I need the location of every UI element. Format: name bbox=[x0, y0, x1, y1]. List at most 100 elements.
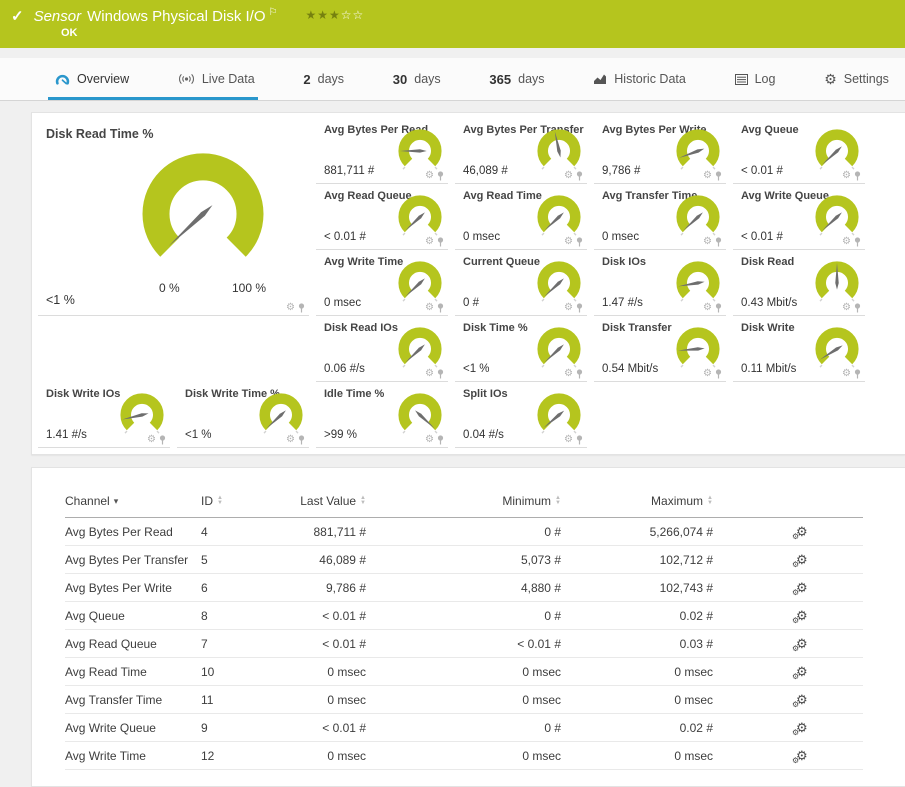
gauge-tile[interactable]: Avg Write Queue < 0.01 # ⚙ bbox=[733, 184, 865, 250]
channel-name-cell[interactable]: Avg Write Time bbox=[65, 741, 201, 770]
gauge-tile[interactable]: Avg Bytes Per Write 9,786 # ⚙ bbox=[594, 118, 726, 184]
gauge-tile[interactable]: Disk Write IOs 1.41 #/s ⚙ bbox=[38, 382, 170, 448]
gear-icon[interactable]: ⚙ bbox=[425, 171, 434, 181]
gauge-tile[interactable]: Disk Time % <1 % ⚙ bbox=[455, 316, 587, 382]
channel-name-cell[interactable]: Avg Bytes Per Transfer bbox=[65, 545, 201, 574]
star-icon[interactable]: ★ bbox=[317, 8, 329, 22]
pin-icon[interactable] bbox=[298, 435, 305, 445]
gear-icon[interactable]: ⚙ bbox=[286, 435, 295, 445]
pin-icon[interactable] bbox=[159, 435, 166, 445]
priority-stars[interactable]: ★★★☆☆ bbox=[305, 8, 364, 22]
pin-icon[interactable] bbox=[437, 303, 444, 313]
column-header-last-value[interactable]: Last Value ▲ ▼ bbox=[291, 494, 366, 518]
gauge-tile[interactable]: Disk IOs 1.47 #/s ⚙ bbox=[594, 250, 726, 316]
pin-icon[interactable] bbox=[854, 171, 861, 181]
edit-channel-gears-icon[interactable]: ⚙ ⚙ bbox=[792, 553, 808, 569]
gauge-tile[interactable]: Avg Read Queue < 0.01 # ⚙ bbox=[316, 184, 448, 250]
channel-name-cell[interactable]: Avg Bytes Per Write bbox=[65, 573, 201, 602]
edit-channel-gears-icon[interactable]: ⚙ ⚙ bbox=[792, 749, 808, 765]
column-header-channel[interactable]: Channel ▾ bbox=[65, 494, 201, 518]
tab-overview[interactable]: Overview bbox=[47, 58, 259, 100]
gear-icon[interactable]: ⚙ bbox=[564, 369, 573, 379]
gauge-tile[interactable]: Avg Transfer Time 0 msec ⚙ bbox=[594, 184, 726, 250]
gear-icon[interactable]: ⚙ bbox=[425, 303, 434, 313]
gauge-tile[interactable]: Disk Write Time % <1 % ⚙ bbox=[177, 382, 309, 448]
gear-icon[interactable]: ⚙ bbox=[842, 303, 851, 313]
gear-icon[interactable]: ⚙ bbox=[703, 303, 712, 313]
gear-icon[interactable]: ⚙ bbox=[842, 369, 851, 379]
edit-channel-gears-icon[interactable]: ⚙ ⚙ bbox=[792, 581, 808, 597]
edit-channel-gears-icon[interactable]: ⚙ ⚙ bbox=[792, 525, 808, 541]
column-header-id[interactable]: ID ▲ ▼ bbox=[201, 494, 291, 518]
pin-icon[interactable] bbox=[576, 237, 583, 247]
gear-icon[interactable]: ⚙ bbox=[425, 369, 434, 379]
gauge-tile[interactable]: Disk Read IOs 0.06 #/s ⚙ bbox=[316, 316, 448, 382]
column-header-maximum[interactable]: Maximum ▲ ▼ bbox=[561, 494, 713, 518]
pin-icon[interactable] bbox=[854, 237, 861, 247]
gauge-tile[interactable]: Current Queue 0 # ⚙ bbox=[455, 250, 587, 316]
tab-log[interactable]: Log bbox=[734, 58, 775, 100]
channel-name-cell[interactable]: Avg Write Queue bbox=[65, 713, 201, 742]
gear-icon[interactable]: ⚙ bbox=[147, 435, 156, 445]
tab-30-days[interactable]: 30 days bbox=[393, 58, 441, 100]
pin-icon[interactable] bbox=[715, 369, 722, 379]
channel-name-cell[interactable]: Avg Read Queue bbox=[65, 629, 201, 658]
edit-channel-gears-icon[interactable]: ⚙ ⚙ bbox=[792, 693, 808, 709]
star-icon[interactable]: ★ bbox=[305, 8, 317, 22]
gear-icon[interactable]: ⚙ bbox=[564, 237, 573, 247]
edit-channel-gears-icon[interactable]: ⚙ ⚙ bbox=[792, 609, 808, 625]
gear-icon[interactable]: ⚙ bbox=[703, 237, 712, 247]
tab-2-days[interactable]: 2 days bbox=[303, 58, 344, 100]
pin-icon[interactable] bbox=[576, 369, 583, 379]
gauge-tile[interactable]: Avg Bytes Per Read 881,711 # ⚙ bbox=[316, 118, 448, 184]
gauge-tile[interactable]: Avg Read Time 0 msec ⚙ bbox=[455, 184, 587, 250]
pin-icon[interactable] bbox=[576, 171, 583, 181]
gauge-tile[interactable]: Avg Queue < 0.01 # ⚙ bbox=[733, 118, 865, 184]
tab-historic-data[interactable]: Historic Data bbox=[593, 58, 686, 100]
pin-icon[interactable] bbox=[437, 237, 444, 247]
star-icon[interactable]: ★ bbox=[329, 8, 341, 22]
tab-live-data[interactable]: Live Data bbox=[178, 58, 255, 100]
pin-icon[interactable] bbox=[715, 237, 722, 247]
pin-icon[interactable] bbox=[854, 369, 861, 379]
column-header-minimum[interactable]: Minimum ▲ ▼ bbox=[366, 494, 561, 518]
pin-icon[interactable] bbox=[437, 171, 444, 181]
gauge-tile[interactable]: Avg Bytes Per Transfer 46,089 # ⚙ bbox=[455, 118, 587, 184]
pin-icon[interactable] bbox=[437, 435, 444, 445]
gear-icon[interactable]: ⚙ bbox=[564, 171, 573, 181]
pin-icon[interactable] bbox=[437, 369, 444, 379]
edit-channel-gears-icon[interactable]: ⚙ ⚙ bbox=[792, 665, 808, 681]
gauge-tile[interactable]: Disk Read 0.43 Mbit/s ⚙ bbox=[733, 250, 865, 316]
channel-name-cell[interactable]: Avg Read Time bbox=[65, 657, 201, 686]
tab-365-days[interactable]: 365 days bbox=[489, 58, 544, 100]
flag-icon[interactable]: ⚐ bbox=[268, 7, 277, 18]
channel-name-cell[interactable]: Avg Bytes Per Read bbox=[65, 517, 201, 546]
pin-icon[interactable] bbox=[715, 171, 722, 181]
gauge-tile[interactable]: Idle Time % >99 % ⚙ bbox=[316, 382, 448, 448]
gear-icon[interactable]: ⚙ bbox=[842, 171, 851, 181]
star-icon[interactable]: ☆ bbox=[353, 8, 365, 22]
gear-icon[interactable]: ⚙ bbox=[703, 171, 712, 181]
channel-name-cell[interactable]: Avg Queue bbox=[65, 601, 201, 630]
gear-icon[interactable]: ⚙ bbox=[564, 303, 573, 313]
pin-icon[interactable] bbox=[576, 435, 583, 445]
gauge-tile[interactable]: Disk Transfer 0.54 Mbit/s ⚙ bbox=[594, 316, 726, 382]
gear-icon[interactable]: ⚙ bbox=[425, 237, 434, 247]
pin-icon[interactable] bbox=[854, 303, 861, 313]
star-icon[interactable]: ☆ bbox=[341, 8, 353, 22]
gauge-tile[interactable]: Disk Write 0.11 Mbit/s ⚙ bbox=[733, 316, 865, 382]
edit-channel-gears-icon[interactable]: ⚙ ⚙ bbox=[792, 637, 808, 653]
gear-icon[interactable]: ⚙ bbox=[286, 303, 295, 313]
pin-icon[interactable] bbox=[576, 303, 583, 313]
gauge-tile[interactable]: Avg Write Time 0 msec ⚙ bbox=[316, 250, 448, 316]
gear-icon[interactable]: ⚙ bbox=[564, 435, 573, 445]
pin-icon[interactable] bbox=[715, 303, 722, 313]
gear-icon[interactable]: ⚙ bbox=[842, 237, 851, 247]
channel-name-cell[interactable]: Avg Transfer Time bbox=[65, 685, 201, 714]
gear-icon[interactable]: ⚙ bbox=[703, 369, 712, 379]
edit-channel-gears-icon[interactable]: ⚙ ⚙ bbox=[792, 721, 808, 737]
gear-icon[interactable]: ⚙ bbox=[425, 435, 434, 445]
gauge-tile-disk-read-time[interactable]: Disk Read Time % 0 % 100 % <1 % ⚙ bbox=[38, 118, 309, 316]
pin-icon[interactable] bbox=[298, 303, 305, 313]
gauge-tile[interactable]: Split IOs 0.04 #/s ⚙ bbox=[455, 382, 587, 448]
